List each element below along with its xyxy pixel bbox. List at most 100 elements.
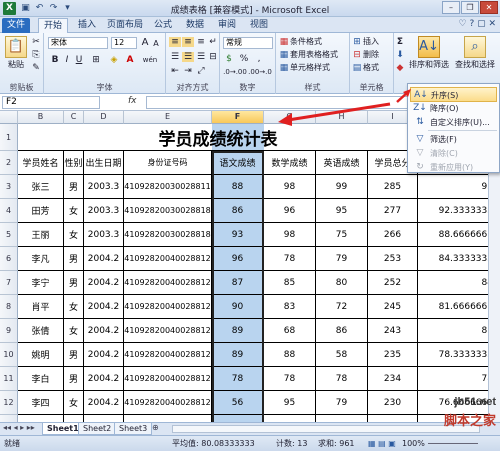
data-cell[interactable]: 90 [212, 295, 264, 319]
cell-style-button[interactable]: 单元格样式 [290, 63, 348, 73]
data-cell[interactable]: 84 [418, 271, 498, 295]
row-header[interactable]: 9 [0, 319, 18, 343]
insert-cells-button[interactable]: 插入 [363, 37, 393, 47]
menu-item-custom-sort[interactable]: ⇅ 自定义排序(U)... [410, 115, 497, 130]
data-cell[interactable]: 41092820040028812 [124, 367, 212, 391]
zoom-level[interactable]: 100% [402, 436, 425, 451]
number-format-select[interactable]: 常规 [223, 37, 273, 49]
currency-icon[interactable]: $ [223, 54, 235, 64]
data-cell[interactable]: 68 [264, 319, 316, 343]
zoom-slider[interactable] [428, 443, 478, 444]
tab-page-layout[interactable]: 页面布局 [104, 18, 146, 33]
align-center-icon[interactable]: ☰ [182, 52, 194, 62]
data-cell[interactable]: 88 [264, 343, 316, 367]
data-cell[interactable]: 张三 [18, 175, 64, 199]
data-cell[interactable]: 2004.2 [84, 295, 124, 319]
data-cell[interactable]: 252 [368, 271, 418, 295]
italic-button[interactable]: I [62, 55, 72, 65]
data-cell[interactable]: 79 [316, 391, 368, 415]
data-cell[interactable]: 41092820040028812 [124, 295, 212, 319]
data-cell[interactable]: 41092820040028812 [124, 271, 212, 295]
data-cell[interactable]: 235 [368, 343, 418, 367]
tab-review[interactable]: 审阅 [212, 18, 242, 33]
tab-home[interactable]: 开始 [38, 18, 68, 33]
percent-icon[interactable]: % [238, 54, 250, 64]
data-cell[interactable]: 234 [368, 367, 418, 391]
font-size-select[interactable]: 12 [111, 37, 137, 49]
data-cell[interactable]: 李宁 [18, 271, 64, 295]
data-cell[interactable]: 95 [264, 391, 316, 415]
data-cell[interactable]: 男 [64, 247, 84, 271]
copy-icon[interactable]: ⎘ [31, 50, 41, 60]
wrap-text-icon[interactable]: ↵ [208, 37, 218, 47]
header-cell[interactable]: 语文成绩 [212, 151, 264, 175]
clear-icon[interactable]: ◆ [395, 63, 405, 73]
data-cell[interactable]: 98 [264, 223, 316, 247]
data-cell[interactable]: 99 [316, 175, 368, 199]
data-cell[interactable]: 75 [316, 223, 368, 247]
phonetic-icon[interactable]: wén [140, 55, 160, 65]
data-cell[interactable]: 86 [316, 319, 368, 343]
header-cell[interactable]: 数学成绩 [264, 151, 316, 175]
data-cell[interactable]: 2004.2 [84, 367, 124, 391]
data-cell[interactable]: 男 [64, 415, 84, 422]
column-header[interactable]: C [64, 111, 84, 124]
data-cell[interactable]: 95 [316, 199, 368, 223]
data-cell[interactable]: 266 [368, 223, 418, 247]
data-cell[interactable]: 41092820040028812 [124, 415, 212, 422]
view-mode-icons[interactable]: ▦ ▤ ▣ [368, 436, 396, 451]
data-cell[interactable]: 2003.3 [84, 223, 124, 247]
merge-icon[interactable]: ⊟ [208, 52, 218, 62]
font-name-select[interactable]: 宋体 [48, 37, 108, 49]
increase-decimal-icon[interactable]: .0→.00 [223, 67, 247, 77]
column-header[interactable]: E [124, 111, 212, 124]
data-cell[interactable]: 男 [64, 343, 84, 367]
data-cell[interactable]: 李四 [18, 391, 64, 415]
data-cell[interactable]: 58 [316, 343, 368, 367]
data-cell[interactable]: 2003.3 [84, 175, 124, 199]
data-cell[interactable]: 王丽 [18, 223, 64, 247]
data-cell[interactable]: 56 [212, 391, 264, 415]
menu-item-sort-ascending[interactable]: A↓ 升序(S) [410, 87, 497, 102]
data-cell[interactable]: 41092820040028812 [124, 343, 212, 367]
data-cell[interactable]: 96 [264, 199, 316, 223]
data-cell[interactable]: 女 [64, 199, 84, 223]
decrease-indent-icon[interactable]: ⇤ [169, 66, 181, 76]
format-cells-button[interactable]: 格式 [363, 63, 393, 73]
close-button[interactable]: ✕ [480, 1, 498, 14]
select-all-corner[interactable] [0, 111, 18, 124]
row-header[interactable]: 12 [0, 391, 18, 415]
insert-function-icon[interactable]: fx [128, 96, 137, 106]
menu-item-sort-descending[interactable]: Z↓ 降序(O) [410, 101, 497, 116]
data-cell[interactable]: 李凡 [18, 247, 64, 271]
sort-filter-button[interactable]: A↓ 排序和筛选 [408, 36, 450, 70]
data-cell[interactable]: 285 [368, 175, 418, 199]
data-cell[interactable]: 男 [64, 175, 84, 199]
column-header[interactable]: H [316, 111, 368, 124]
data-cell[interactable]: 男 [64, 367, 84, 391]
align-left-icon[interactable]: ☰ [169, 52, 181, 62]
data-cell[interactable]: 277 [368, 199, 418, 223]
data-cell[interactable]: 肖平 [18, 295, 64, 319]
table-format-button[interactable]: 套用表格格式 [290, 50, 350, 60]
delete-cells-button[interactable]: 删除 [363, 50, 393, 60]
data-cell[interactable]: 78 [264, 247, 316, 271]
data-cell[interactable]: 86 [212, 199, 264, 223]
sheet-tab-3[interactable]: Sheet3 [114, 423, 153, 435]
data-cell[interactable]: 243 [368, 319, 418, 343]
tab-file[interactable]: 文件 [2, 18, 30, 33]
data-cell[interactable]: 190 [368, 415, 418, 422]
data-cell[interactable]: 59 [264, 415, 316, 422]
data-cell[interactable]: 姚明 [18, 343, 64, 367]
data-cell[interactable]: 41092820040028812 [124, 247, 212, 271]
data-cell[interactable]: 81.6666667 [418, 295, 498, 319]
align-right-icon[interactable]: ☰ [195, 52, 207, 62]
row-header[interactable]: 5 [0, 223, 18, 247]
data-cell[interactable]: 41092820030028818 [124, 223, 212, 247]
data-cell[interactable]: 95 [418, 175, 498, 199]
data-cell[interactable]: 89 [212, 319, 264, 343]
data-cell[interactable]: 79 [316, 247, 368, 271]
fill-color-icon[interactable]: ◈ [108, 55, 120, 65]
row-header[interactable]: 11 [0, 367, 18, 391]
paste-button[interactable]: 📋 粘贴 [3, 36, 29, 70]
